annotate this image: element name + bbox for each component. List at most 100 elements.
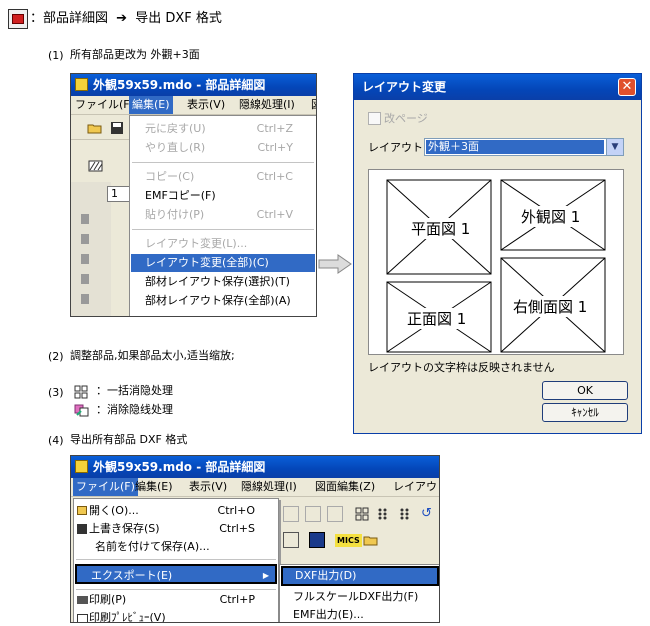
menu-item-print[interactable]: 印刷(P) Ctrl+P	[75, 591, 277, 609]
export-submenu: DXF出力(D) フルスケールDXF出力(F) EMF出力(E)...	[279, 564, 439, 622]
panel-exterior-view: 外観図 1	[519, 206, 583, 227]
cancel-button[interactable]: ｷｬﾝｾﾙ	[542, 403, 628, 422]
menu-file[interactable]: ファイル(F)	[73, 478, 138, 496]
menu-hidden-line[interactable]: 隠線処理(I)	[239, 98, 295, 112]
gutter-tool-icon-1[interactable]	[81, 214, 89, 224]
menu-item-copy[interactable]: コピー(C) Ctrl+C	[131, 168, 315, 186]
open-icon	[77, 506, 87, 515]
hatch-tool-icon[interactable]	[87, 158, 103, 174]
submenu-item-emf-output[interactable]: EMF出力(E)...	[281, 606, 439, 622]
step-4-num: (4)	[48, 434, 64, 447]
box-icon[interactable]	[283, 506, 299, 522]
submenu-item-dxf-output[interactable]: DXF出力(D)	[281, 566, 439, 586]
grid-icon-3[interactable]	[399, 506, 415, 522]
menu-layout[interactable]: レイアウト	[393, 480, 439, 494]
menu-item-layout-change-all[interactable]: レイアウト変更(全部)(C)	[131, 254, 315, 272]
mics-label: MICS	[337, 536, 360, 545]
layout-dialog: レイアウト変更 ✕ 改ページ レイアウト 外観＋3面 ▼ 平面図 1 外観図 1…	[353, 73, 642, 434]
menu-item-print-preview[interactable]: 印刷ﾌﾟﾚﾋﾞｭｰ(V)	[75, 609, 277, 622]
main-window-2: 外観59x59.mdo - 部品詳細図 ファイル(F) 編集(E) 表示(V) …	[70, 455, 440, 623]
gutter-tool-icon-2[interactable]	[81, 234, 89, 244]
close-icon[interactable]: ✕	[618, 78, 636, 96]
menu-view[interactable]: 表示(V)	[189, 480, 227, 494]
menu-item-undo[interactable]: 元に戻す(U) Ctrl+Z	[131, 120, 315, 138]
file-dropdown: 開く(O)... Ctrl+O 上書き保存(S) Ctrl+S 名前を付けて保存(A…	[73, 498, 279, 622]
page-break-label: 改ページ	[384, 112, 428, 125]
gutter-tool-icon-3[interactable]	[81, 254, 89, 264]
menu-item-layout-change[interactable]: レイアウト変更(L)...	[131, 235, 315, 253]
menu-item-redo[interactable]: やり直し(R) Ctrl+Y	[131, 139, 315, 157]
monitor-icon[interactable]	[309, 532, 325, 548]
menu-item-save-layout-all[interactable]: 部材レイアウト保存(全部)(A)	[131, 292, 315, 310]
gutter-field[interactable]: 1	[107, 186, 131, 202]
frame-icon[interactable]	[283, 532, 299, 548]
grid-icon-2[interactable]	[377, 506, 393, 522]
menu-item-save-as[interactable]: 名前を付けて保存(A)...	[75, 538, 277, 556]
window-1-app-icon	[75, 78, 88, 91]
layout-select-value: 外観＋3面	[428, 140, 479, 153]
header-text: ：部品詳細図 ➔ 导出 DXF 格式	[30, 11, 222, 27]
step-2-num: (2)	[48, 350, 64, 363]
menu-item-overwrite-save[interactable]: 上書き保存(S) Ctrl+S	[75, 520, 277, 538]
step-4-text: 导出所有部品 DXF 格式	[70, 433, 188, 446]
menu-item-export[interactable]: エクスポート(E) ▶	[75, 564, 277, 584]
header-text-after: 导出 DXF 格式	[135, 11, 222, 26]
batch-hidden-line-icon[interactable]	[355, 506, 371, 522]
header-text-before: ：部品詳細図	[30, 11, 109, 26]
header-arrow-icon: ➔	[116, 11, 128, 26]
menu-edit[interactable]: 編集(E)	[135, 480, 173, 494]
menu-item-save-layout-selected[interactable]: 部材レイアウト保存(選択)(T)	[131, 273, 315, 291]
window-1-toolbar	[71, 116, 131, 140]
edit-dropdown: 元に戻す(U) Ctrl+Z やり直し(R) Ctrl+Y コピー(C) Ctrl+C…	[129, 115, 316, 316]
preview-icon	[77, 614, 88, 622]
step-1-text: 所有部品更改为 外觀+3面	[70, 48, 200, 61]
menu-hidden-line[interactable]: 隠線処理(I)	[241, 480, 297, 494]
window-2-menubar: ファイル(F) 編集(E) 表示(V) 隠線処理(I) 図面編集(Z) レイアウ…	[71, 478, 439, 497]
menu-item-open[interactable]: 開く(O)... Ctrl+O	[75, 502, 277, 520]
undo-icon[interactable]: ↺	[421, 506, 437, 522]
save-disk-icon[interactable]	[109, 120, 125, 136]
mics-icon[interactable]: MICS	[335, 534, 362, 547]
layout-preview: 平面図 1 外観図 1 正面図 1 右側面図 1	[368, 169, 624, 355]
submenu-item-fullscale-dxf[interactable]: フルスケールDXF出力(F)	[281, 588, 439, 606]
menu-separator	[132, 162, 314, 163]
window-2-title: 外観59x59.mdo - 部品詳細図	[93, 460, 266, 474]
flow-arrow-icon	[318, 254, 352, 274]
printer-icon	[77, 596, 88, 604]
window-1-title: 外観59x59.mdo - 部品詳細図	[93, 78, 266, 92]
step-3-num: (3)	[48, 386, 64, 399]
window-1-titlebar: 外観59x59.mdo - 部品詳細図	[71, 74, 316, 96]
window-1-menubar: ファイル(F) 編集(E) 表示(V) 隠線処理(I) 図	[71, 96, 316, 115]
window-2-toolbar: ↺ MICS	[281, 500, 439, 556]
menu-item-paste[interactable]: 貼り付け(P) Ctrl+V	[131, 206, 315, 224]
submenu-arrow-icon: ▶	[262, 571, 269, 580]
menu-drawing-edit[interactable]: 図面編集(Z)	[315, 480, 375, 494]
remove-hidden-line-icon	[74, 402, 90, 418]
chevron-down-icon[interactable]: ▼	[606, 139, 623, 155]
window-1-left-gutter: 1	[71, 182, 131, 316]
menu-more[interactable]: 図	[311, 98, 316, 112]
cube-icon[interactable]	[305, 506, 321, 522]
shape-icon[interactable]	[327, 506, 343, 522]
gutter-tool-icon-4[interactable]	[81, 274, 89, 284]
dialog-title: レイアウト変更	[362, 80, 447, 94]
gutter-field-value: 1	[111, 187, 118, 200]
menu-separator	[132, 229, 314, 230]
menu-view[interactable]: 表示(V)	[187, 98, 225, 112]
menu-item-emf-copy[interactable]: EMFコピー(F)	[131, 187, 315, 205]
menu-separator	[76, 559, 276, 560]
ok-button[interactable]: OK	[542, 381, 628, 400]
page-break-checkbox[interactable]	[368, 112, 381, 125]
layout-select[interactable]: 外観＋3面 ▼	[424, 138, 624, 156]
layout-note: レイアウトの文字枠は反映されません	[368, 361, 555, 374]
menu-edit[interactable]: 編集(E)	[129, 96, 173, 114]
open-folder-icon[interactable]	[87, 120, 103, 136]
dialog-titlebar: レイアウト変更 ✕	[354, 74, 641, 100]
menu-separator	[76, 589, 276, 590]
menu-file[interactable]: ファイル(F)	[75, 98, 134, 112]
gutter-tool-icon-5[interactable]	[81, 294, 89, 304]
header-app-icon	[8, 9, 28, 29]
step-2-text: 調整部品,如果部品太小,适当缩放;	[70, 349, 235, 362]
batch-hidden-line-icon	[74, 384, 88, 399]
folder-icon[interactable]	[363, 532, 379, 548]
